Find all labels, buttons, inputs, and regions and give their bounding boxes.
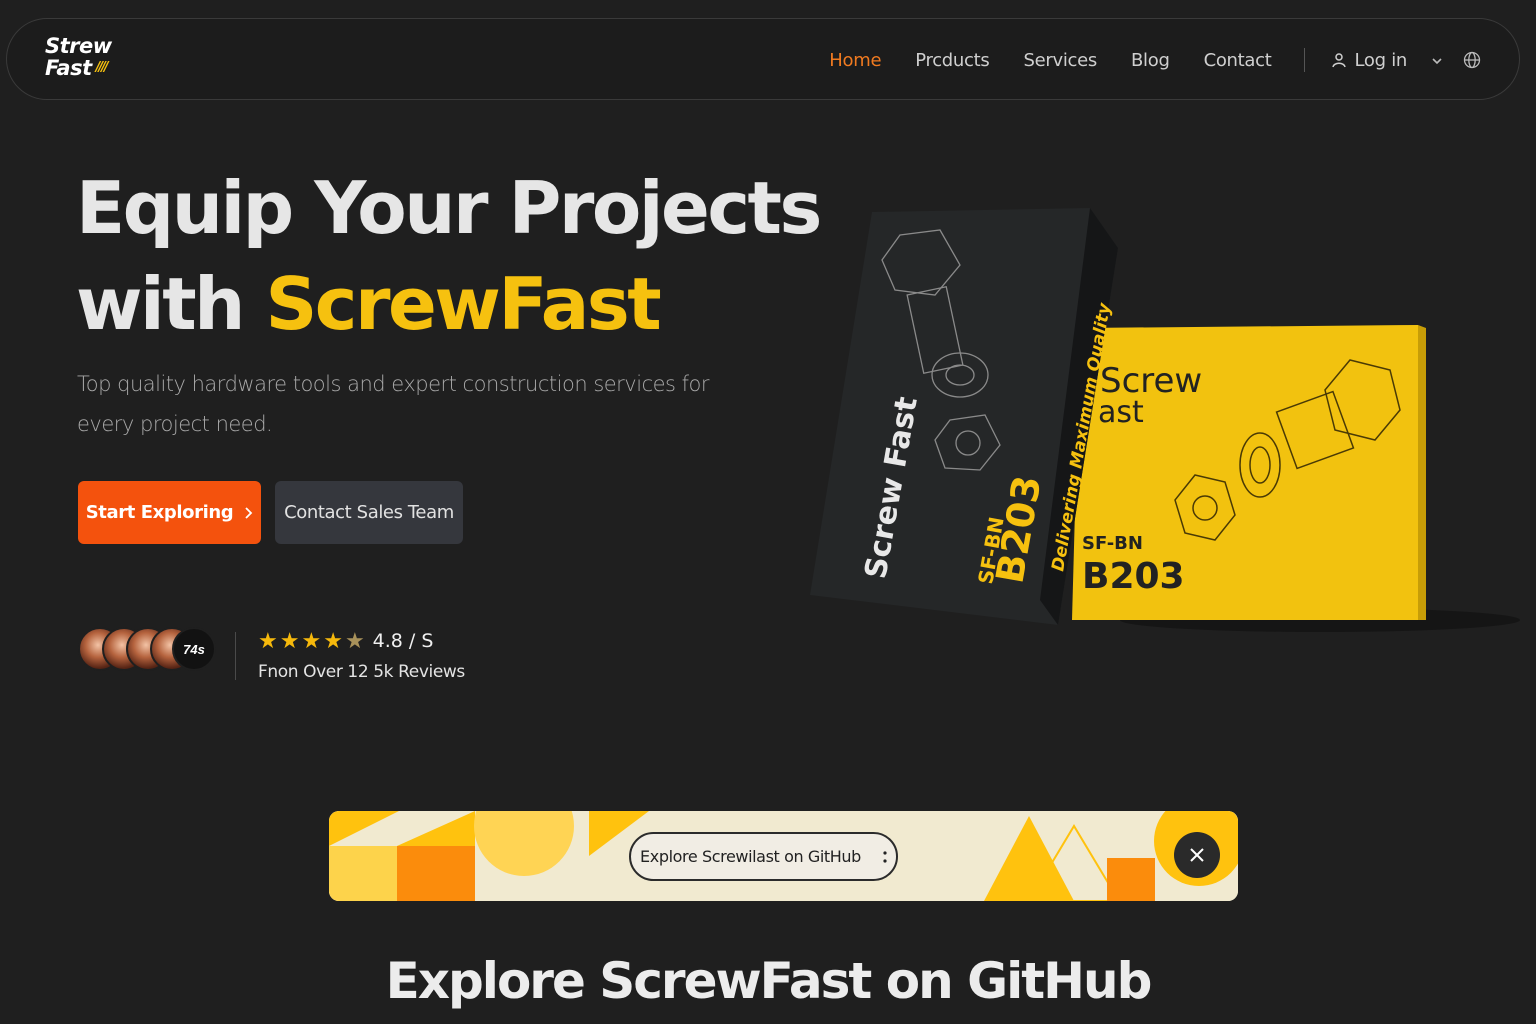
explore-github-label: Explore Screwilast on GitHub	[640, 847, 861, 866]
proof-divider	[235, 632, 236, 680]
logo-slash-mark: ////	[95, 60, 109, 75]
start-exploring-label: Start Exploring	[85, 502, 234, 523]
logo-line2: Fast	[45, 56, 92, 80]
logo[interactable]: Strew Fast ////	[45, 35, 112, 79]
avatar-count: 74s	[172, 627, 216, 671]
more-vertical-icon	[883, 850, 887, 863]
star-icon: ★	[301, 628, 322, 653]
nav-divider	[1303, 48, 1305, 72]
explore-github-button[interactable]: Explore Screwilast on GitHub	[629, 832, 898, 881]
user-icon	[1331, 53, 1346, 68]
chevron-down-icon[interactable]	[1431, 52, 1443, 68]
login-button[interactable]: Log in	[1331, 50, 1407, 71]
nav-link-contact[interactable]: Contact	[1204, 50, 1272, 71]
contact-sales-label: Contact Sales Team	[284, 502, 454, 523]
star-icon: ★	[279, 628, 300, 653]
product-image: Screw ast SF-BN B203 Screw Fast SF-BN B2…	[790, 200, 1530, 650]
hero-title-accent: ScrewFast	[265, 262, 661, 346]
yellow-product-box: Screw ast SF-BN B203	[1072, 325, 1426, 620]
close-icon[interactable]	[1174, 832, 1220, 878]
half-star-icon: ★	[344, 628, 365, 653]
github-banner: Explore Screwilast on GitHub	[329, 811, 1238, 901]
nav-link-services[interactable]: Services	[1023, 50, 1097, 71]
hero-subtitle: Top quality hardware tools and expert co…	[77, 372, 710, 436]
hero-title-line1: Equip Your Projects	[76, 166, 822, 250]
contact-sales-button[interactable]: Contact Sales Team	[275, 481, 463, 544]
nav-link-home[interactable]: Home	[829, 50, 881, 71]
login-label: Log in	[1354, 49, 1408, 71]
globe-icon[interactable]	[1463, 51, 1481, 69]
nav-links: Home Prcducts Services Blog Contact Log …	[829, 19, 1481, 101]
rating-row: ★ ★ ★ ★ ★ 4.8 / S	[258, 628, 433, 654]
yellow-box-model-prefix: SF-BN	[1082, 533, 1143, 554]
nav-link-products[interactable]: Prcducts	[915, 50, 990, 71]
nav-link-blog[interactable]: Blog	[1131, 50, 1170, 71]
rating-value: 4.8 / S	[372, 630, 434, 652]
navbar: Strew Fast //// Home Prcducts Services B…	[6, 18, 1520, 100]
avatar-group: 74s	[78, 627, 216, 671]
star-icon: ★	[323, 628, 343, 653]
hero-title-prefix: with	[76, 262, 266, 346]
yellow-box-model: B203	[1082, 556, 1185, 597]
start-exploring-button[interactable]: Start Exploring	[78, 481, 261, 544]
yellow-box-brand-line2: ast	[1098, 395, 1144, 430]
star-icon: ★	[258, 628, 278, 653]
hero-title: Equip Your Projects with ScrewFast	[76, 160, 822, 352]
chevron-right-icon	[245, 506, 253, 519]
logo-line1: Strew	[45, 34, 112, 58]
reviews-count: Fnon Over 12 5k Reviews	[258, 662, 465, 682]
github-section-title: Explore ScrewFast on GitHub	[385, 952, 1153, 1010]
dark-product-box: Screw Fast SF-BN B203 Delivering Maximum…	[810, 208, 1118, 625]
